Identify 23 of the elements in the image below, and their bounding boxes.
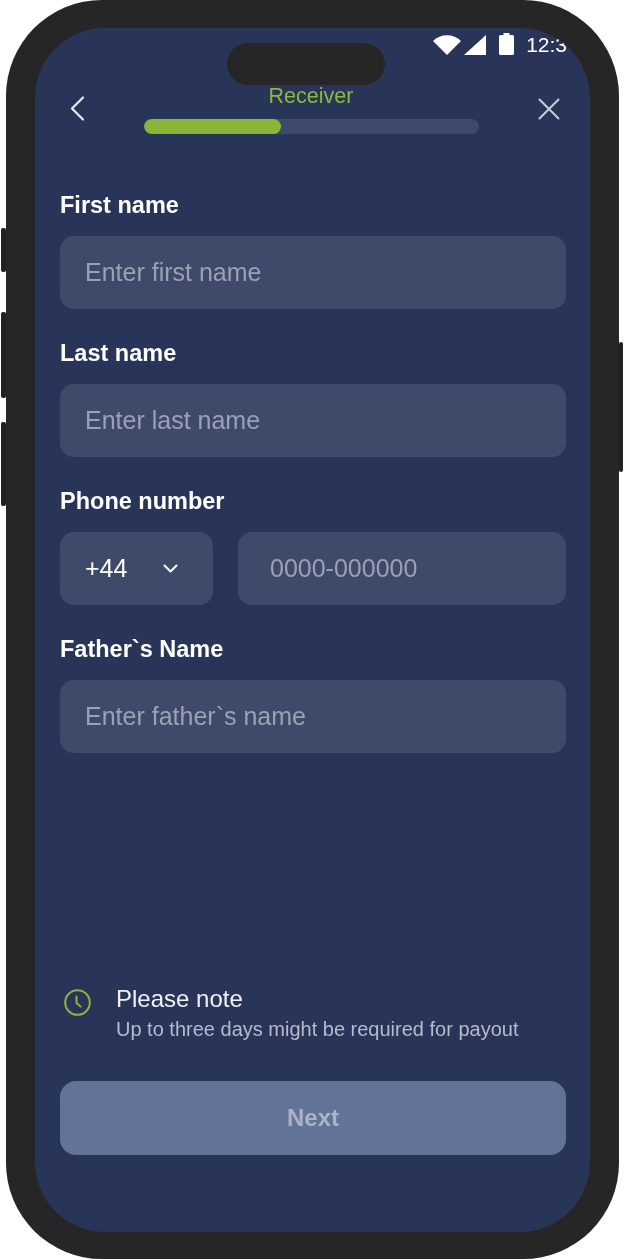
field-label: First name [60, 190, 180, 219]
input-field[interactable]: Enter first name [60, 235, 566, 309]
step-title: Receiver [268, 83, 354, 108]
input-field[interactable]: Enter last name [60, 383, 566, 457]
note-text: Up to three days might be required for payout [116, 1017, 519, 1041]
wifi-icon [433, 35, 462, 55]
country-code-select[interactable]: +44 [60, 531, 213, 605]
side-button[interactable] [1, 228, 6, 272]
chevron-left-icon [70, 96, 84, 122]
phone-input-field[interactable]: 0000-000000 [238, 531, 566, 605]
input-field[interactable]: Enter father`s name [60, 679, 566, 753]
clock-icon [64, 989, 91, 1016]
chevron-down-icon [163, 563, 179, 573]
field-label: Last name [60, 338, 178, 367]
note-title: Please note [116, 985, 244, 1013]
field-label: Father`s Name [60, 634, 225, 663]
close-icon [538, 97, 560, 120]
side-button[interactable] [619, 342, 623, 472]
side-button[interactable] [1, 312, 6, 398]
signal-icon [464, 35, 487, 55]
battery-icon [499, 33, 515, 55]
field-label: Phone number [60, 486, 226, 515]
side-button[interactable] [1, 422, 6, 506]
